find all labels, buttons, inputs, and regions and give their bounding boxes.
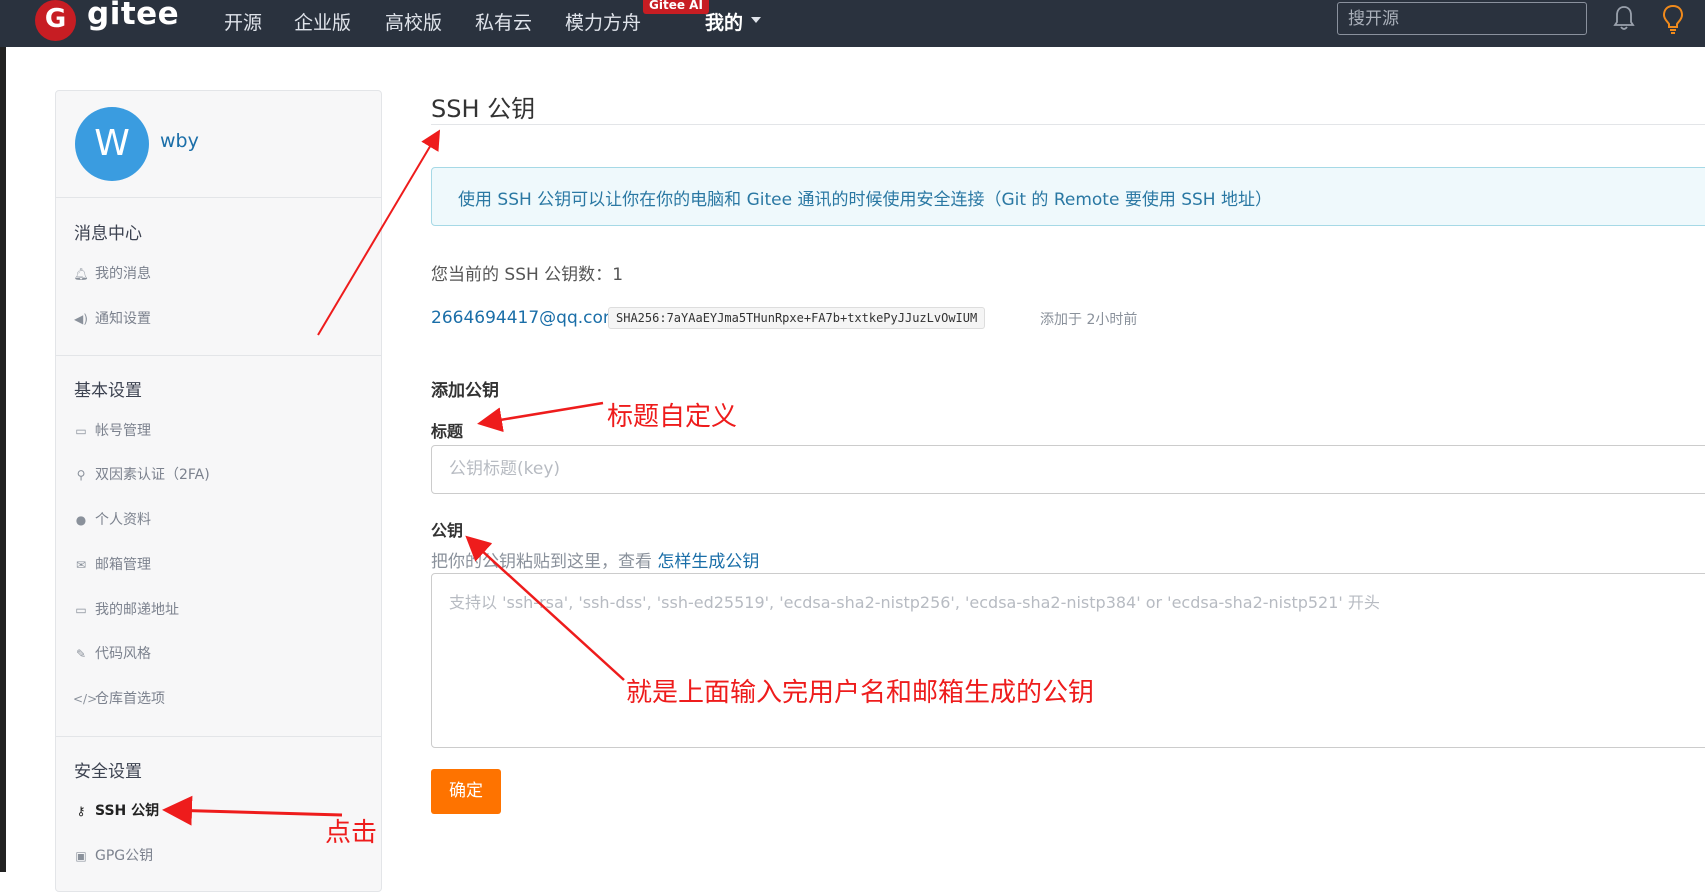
annotation-arrows <box>162 129 625 826</box>
arrow-to-title-label <box>477 401 604 433</box>
arrow-to-key-label <box>465 535 625 681</box>
arrow-to-ssh-item <box>162 795 343 826</box>
arrow-to-page-title <box>317 129 441 336</box>
